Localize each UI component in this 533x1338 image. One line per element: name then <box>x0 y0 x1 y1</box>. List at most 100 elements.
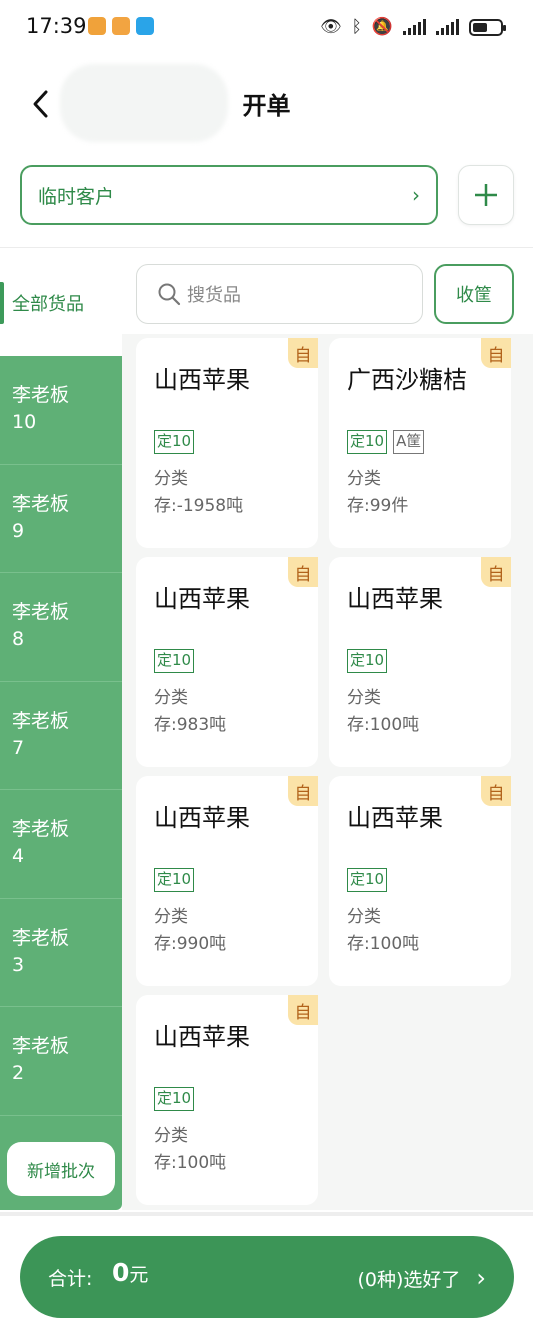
sidebar-item-batch[interactable]: 李老板 7 <box>0 682 122 790</box>
product-name: 山西苹果 <box>154 1023 250 1051</box>
batch-number: 8 <box>12 628 25 650</box>
product-name: 广西沙糖桔 <box>347 366 467 394</box>
batch-owner: 李老板 <box>12 818 70 840</box>
batch-number: 4 <box>12 845 25 867</box>
battery-level <box>473 22 487 32</box>
selection-summary: (0种)选好了 › <box>357 1264 486 1292</box>
customer-select[interactable]: 临时客户 › <box>20 165 438 225</box>
self-badge: 自 <box>481 557 511 587</box>
batch-owner: 李老板 <box>12 1035 70 1057</box>
product-category: 分类 <box>154 907 188 927</box>
product-category: 分类 <box>154 1126 188 1146</box>
signal-icon <box>403 19 426 35</box>
app-notification-icon <box>88 17 106 35</box>
product-card[interactable]: 山西苹果 自 定10 分类 存:983吨 <box>136 557 318 767</box>
batch-owner: 李老板 <box>12 926 70 949</box>
kinds-label: (0种)选好了 <box>357 1268 461 1291</box>
status-icons: 👁 ᛒ 🔕 <box>320 16 506 38</box>
product-stock: 存:100吨 <box>154 1153 227 1173</box>
self-badge: 自 <box>481 338 511 368</box>
batch-owner: 李老板 <box>12 492 70 515</box>
price-tag: 定10 <box>347 649 388 673</box>
batch-number: 9 <box>12 519 25 542</box>
status-time: 17:39 <box>26 14 87 38</box>
product-name: 山西苹果 <box>154 366 250 394</box>
search-input[interactable]: 搜货品 <box>136 264 423 324</box>
product-category: 分类 <box>347 688 381 708</box>
price-tag: 定10 <box>347 430 388 454</box>
plus-icon <box>475 184 497 206</box>
product-category: 分类 <box>154 469 188 489</box>
sidebar-item-batch[interactable]: 李老板 3 <box>0 899 122 1007</box>
product-name: 山西苹果 <box>347 585 443 613</box>
price-tag: 定10 <box>154 868 195 892</box>
app-notification-icon <box>136 17 154 35</box>
sidebar-item-batch[interactable]: 李老板 4 <box>0 790 122 899</box>
self-badge: 自 <box>288 995 318 1025</box>
sidebar-item-batch[interactable]: 李老板 8 <box>0 573 122 682</box>
batch-list: 李老板 10 李老板 9 李老板 8 李老板 7 李老板 4 李老板 3 李老板 2 <box>0 356 122 1210</box>
product-category: 分类 <box>154 688 188 708</box>
price-tag: 定10 <box>154 1087 195 1111</box>
batch-number: 10 <box>12 411 37 433</box>
product-name: 山西苹果 <box>154 585 250 613</box>
batch-owner: 李老板 <box>12 709 70 732</box>
add-customer-button[interactable] <box>458 165 514 225</box>
batch-number: 7 <box>12 736 25 759</box>
product-card[interactable]: 山西苹果 自 定10 分类 存:-1958吨 <box>136 338 318 548</box>
new-batch-button[interactable]: 新增批次 <box>7 1142 115 1196</box>
basket-tag: A筐 <box>393 430 425 454</box>
search-placeholder: 搜货品 <box>187 285 241 306</box>
divider <box>0 247 533 248</box>
divider <box>0 1212 533 1216</box>
collect-basket-button[interactable]: 收筐 <box>434 264 514 324</box>
status-bar: 17:39 👁 ᛒ 🔕 <box>0 0 533 56</box>
total-value: 0 <box>112 1258 130 1287</box>
batch-owner: 李老板 <box>12 384 70 406</box>
product-card[interactable]: 山西苹果 自 定10 分类 存:100吨 <box>329 557 511 767</box>
product-category: 分类 <box>347 907 381 927</box>
product-category: 分类 <box>347 469 381 489</box>
chevron-right-icon: › <box>476 1264 486 1292</box>
self-badge: 自 <box>288 557 318 587</box>
product-stock: 存:983吨 <box>154 715 227 735</box>
sidebar-item-all-goods[interactable]: 全部货品 <box>0 250 122 356</box>
product-stock: 存:100吨 <box>347 934 420 954</box>
batch-number: 2 <box>12 1062 25 1084</box>
sidebar-item-batch[interactable]: 李老板 2 <box>0 1007 122 1116</box>
sidebar-item-batch[interactable]: 李老板 9 <box>0 465 122 573</box>
customer-label: 临时客户 <box>38 185 115 208</box>
product-name: 山西苹果 <box>347 804 443 832</box>
sidebar-item-batch[interactable]: 李老板 10 <box>0 356 122 465</box>
checkout-button[interactable]: 合计: 0元 (0种)选好了 › <box>20 1236 514 1318</box>
total-label: 合计: <box>48 1268 93 1290</box>
search-icon <box>158 283 181 306</box>
header: 开单 <box>0 64 533 144</box>
product-card[interactable]: 山西苹果 自 定10 分类 存:100吨 <box>136 995 318 1205</box>
batch-owner: 李老板 <box>12 601 70 623</box>
signal-icon <box>436 19 459 35</box>
self-badge: 自 <box>288 338 318 368</box>
price-tag: 定10 <box>154 649 195 673</box>
self-badge: 自 <box>481 776 511 806</box>
mute-icon: 🔕 <box>371 17 393 37</box>
app-notification-icon <box>112 17 130 35</box>
price-tag: 定10 <box>154 430 195 454</box>
product-card[interactable]: 山西苹果 自 定10 分类 存:100吨 <box>329 776 511 986</box>
batch-sidebar: 全部货品 李老板 10 李老板 9 李老板 8 李老板 7 李老板 4 李老板 3 李老板 2… <box>0 250 122 1210</box>
product-name: 山西苹果 <box>154 804 250 832</box>
product-grid: 山西苹果 自 定10 分类 存:-1958吨 广西沙糖桔 自 定10 A筐 分类 … <box>122 334 533 1210</box>
batch-number: 3 <box>12 953 25 976</box>
sidebar-item-label: 全部货品 <box>12 294 84 315</box>
active-indicator <box>0 282 4 324</box>
product-card[interactable]: 山西苹果 自 定10 分类 存:990吨 <box>136 776 318 986</box>
product-stock: 存:-1958吨 <box>154 496 244 516</box>
product-stock: 存:990吨 <box>154 934 227 954</box>
total-unit: 元 <box>129 1264 149 1286</box>
product-card[interactable]: 广西沙糖桔 自 定10 A筐 分类 存:99件 <box>329 338 511 548</box>
bluetooth-icon: ᛒ <box>351 17 362 37</box>
battery-icon <box>469 18 506 36</box>
product-stock: 存:99件 <box>347 496 409 516</box>
eye-icon: 👁 <box>320 17 342 37</box>
product-stock: 存:100吨 <box>347 715 420 735</box>
